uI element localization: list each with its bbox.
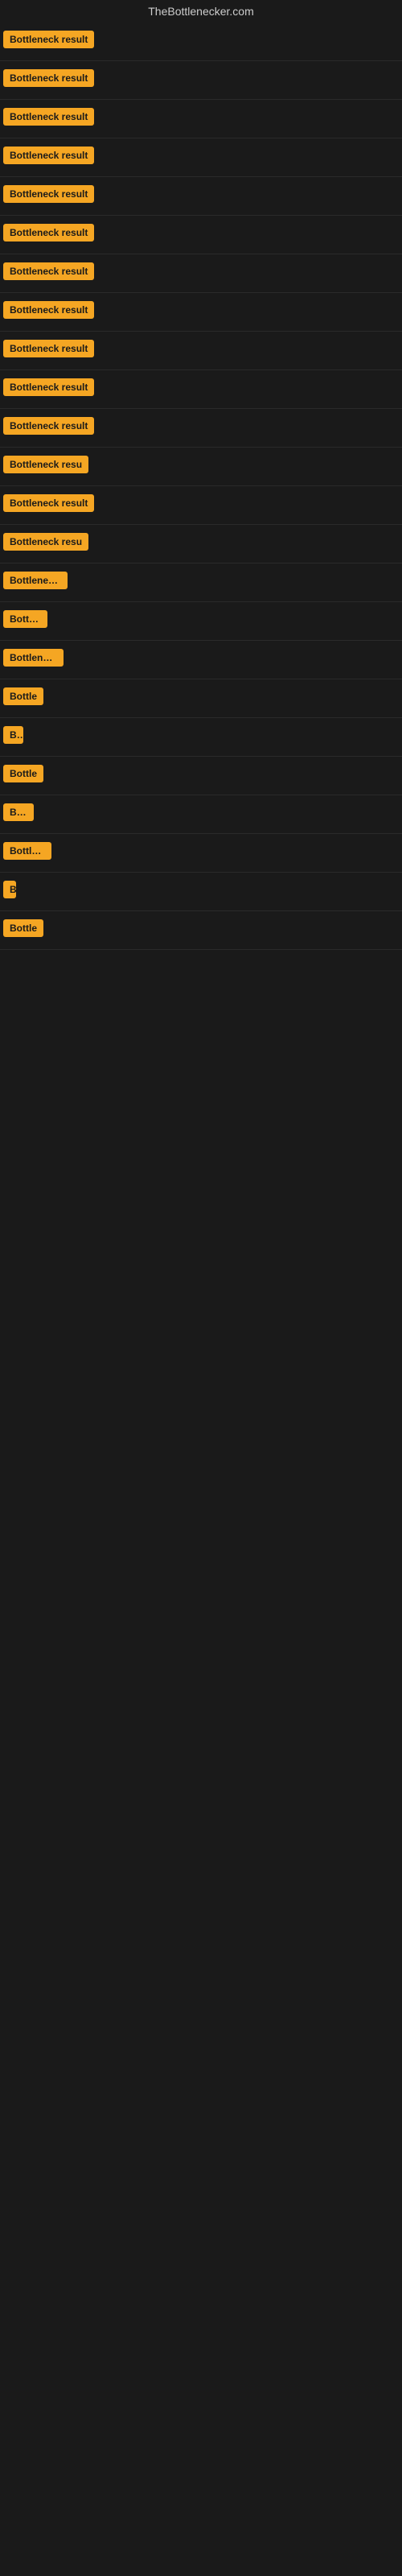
- bottleneck-badge[interactable]: Bottleneck result: [3, 378, 94, 396]
- result-row: Bottleneck result: [0, 100, 402, 138]
- result-row: Bottleneck result: [0, 486, 402, 525]
- result-row: Bottleneck resu: [0, 448, 402, 486]
- result-row: Bottleneck result: [0, 138, 402, 177]
- result-row: Bottleneck result: [0, 409, 402, 448]
- result-row: Bottleneck result: [0, 177, 402, 216]
- result-row: Bo: [0, 718, 402, 757]
- bottleneck-badge[interactable]: Bo: [3, 726, 23, 744]
- bottleneck-badge[interactable]: Bott: [3, 803, 34, 821]
- bottleneck-badge[interactable]: Bottleneck result: [3, 185, 94, 203]
- bottleneck-badge[interactable]: Bottleneck result: [3, 417, 94, 435]
- bottleneck-badge[interactable]: Bottleneck result: [3, 301, 94, 319]
- bottleneck-badge[interactable]: Bottleneck r: [3, 572, 68, 589]
- bottleneck-badge[interactable]: Bottleneck resu: [3, 456, 88, 473]
- bottleneck-badge[interactable]: Bottle: [3, 919, 43, 937]
- result-row: Bottle: [0, 679, 402, 718]
- result-row: Bottleneck result: [0, 370, 402, 409]
- bottleneck-badge[interactable]: Bottleneck result: [3, 494, 94, 512]
- result-row: Bottleneck result: [0, 61, 402, 100]
- result-row: Bottleneck result: [0, 254, 402, 293]
- result-row: Bottle: [0, 911, 402, 950]
- bottleneck-badge[interactable]: Bottleneck resu: [3, 533, 88, 551]
- result-row: Bottleneck resu: [0, 525, 402, 564]
- result-row: Bottleneck: [0, 641, 402, 679]
- bottleneck-badge[interactable]: Bottlen: [3, 610, 47, 628]
- bottleneck-badge[interactable]: Bottleneck result: [3, 31, 94, 48]
- result-row: Bottle: [0, 757, 402, 795]
- result-row: Bottleneck result: [0, 332, 402, 370]
- result-row: Bottleneck r: [0, 564, 402, 602]
- result-row: Bottlens: [0, 834, 402, 873]
- bottleneck-badge[interactable]: Bottleneck result: [3, 224, 94, 242]
- bottleneck-badge[interactable]: Bottle: [3, 765, 43, 782]
- badges-container: Bottleneck result Bottleneck result Bottle…: [0, 23, 402, 950]
- bottleneck-badge[interactable]: Bottleneck result: [3, 262, 94, 280]
- site-title: TheBottlenecker.com: [0, 0, 402, 23]
- result-row: Bottlen: [0, 602, 402, 641]
- result-row: Bottleneck result: [0, 216, 402, 254]
- result-row: Bott: [0, 795, 402, 834]
- result-row: B: [0, 873, 402, 911]
- bottleneck-badge[interactable]: Bottleneck result: [3, 147, 94, 164]
- bottleneck-badge[interactable]: Bottle: [3, 687, 43, 705]
- bottleneck-badge[interactable]: Bottleneck: [3, 649, 64, 667]
- result-row: Bottleneck result: [0, 293, 402, 332]
- bottleneck-badge[interactable]: B: [3, 881, 16, 898]
- bottleneck-badge[interactable]: Bottleneck result: [3, 69, 94, 87]
- bottleneck-badge[interactable]: Bottlens: [3, 842, 51, 860]
- bottleneck-badge[interactable]: Bottleneck result: [3, 108, 94, 126]
- result-row: Bottleneck result: [0, 23, 402, 61]
- bottleneck-badge[interactable]: Bottleneck result: [3, 340, 94, 357]
